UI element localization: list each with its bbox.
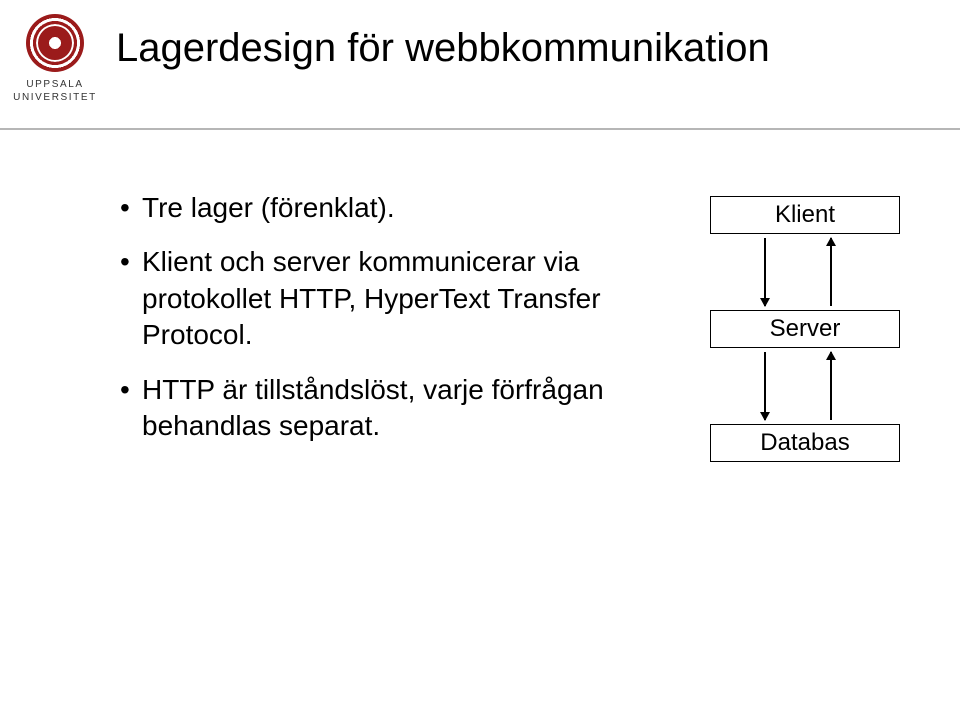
bullet-item: Klient och server kommunicerar via proto… [120, 244, 690, 353]
diagram-box-databas: Databas [710, 424, 900, 462]
arrow-up-icon [830, 352, 832, 420]
diagram-box-klient: Klient [710, 196, 900, 234]
arrow-down-icon [764, 352, 766, 420]
bullet-item: Tre lager (förenklat). [120, 190, 690, 226]
arrow-down-icon [764, 238, 766, 306]
bullet-item: HTTP är tillståndslöst, varje förfrågan … [120, 372, 690, 445]
bullet-list: Tre lager (förenklat). Klient och server… [120, 190, 690, 462]
arrow-pair-klient-server [710, 234, 900, 310]
arrow-pair-server-databas [710, 348, 900, 424]
layer-diagram: Klient Server Databas [690, 190, 900, 462]
diagram-box-server: Server [710, 310, 900, 348]
logo-text: UPPSALA UNIVERSITET [13, 78, 97, 104]
logo-line1: UPPSALA [26, 79, 83, 90]
university-logo: UPPSALA UNIVERSITET [0, 0, 110, 104]
arrow-up-icon [830, 238, 832, 306]
logo-line2: UNIVERSITET [13, 92, 97, 103]
seal-icon [26, 14, 84, 72]
slide-header: UPPSALA UNIVERSITET Lagerdesign för webb… [0, 0, 960, 130]
slide-body: Tre lager (förenklat). Klient och server… [0, 130, 960, 462]
slide-title: Lagerdesign för webbkommunikation [110, 0, 770, 71]
